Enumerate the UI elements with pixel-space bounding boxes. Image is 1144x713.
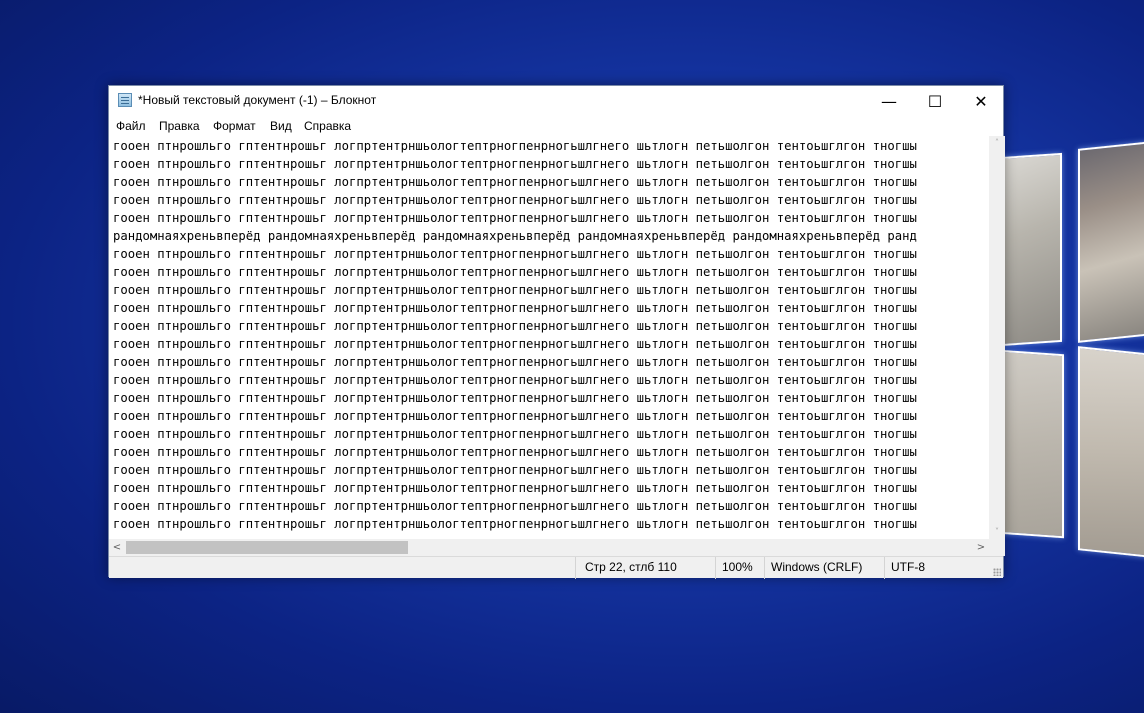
maximize-icon: ☐ xyxy=(927,91,943,111)
text-line[interactable]: гооен птнрошльго гптентнрошьг логпртентр… xyxy=(113,443,917,461)
text-editor[interactable]: гооен птнрошльго гптентнрошьг логпртентр… xyxy=(109,136,989,539)
scrollbar-corner xyxy=(989,539,1005,556)
text-line[interactable]: гооен птнрошльго гптентнрошьг логпртентр… xyxy=(113,461,917,479)
status-separator xyxy=(764,557,765,579)
wallpaper-pane xyxy=(1000,349,1064,539)
minimize-icon: — xyxy=(881,91,897,111)
wallpaper-pane xyxy=(1078,346,1144,558)
horizontal-scrollbar[interactable]: < > xyxy=(109,539,989,556)
menu-help[interactable]: Справка xyxy=(304,119,351,133)
text-line[interactable]: гооен птнрошльго гптентнрошьг логпртентр… xyxy=(113,137,917,155)
minimize-button[interactable]: — xyxy=(866,86,912,116)
maximize-button[interactable]: ☐ xyxy=(912,86,958,116)
encoding: UTF-8 xyxy=(891,560,925,574)
text-line[interactable]: гооен птнрошльго гптентнрошьг логпртентр… xyxy=(113,281,917,299)
text-line[interactable]: гооен птнрошльго гптентнрошьг логпртентр… xyxy=(113,191,917,209)
menu-bar: Файл Правка Формат Вид Справка xyxy=(109,116,1003,136)
text-line[interactable]: гооен птнрошльго гптентнрошьг логпртентр… xyxy=(113,407,917,425)
title-bar[interactable]: *Новый текстовый документ (-1) – Блокнот… xyxy=(109,86,1003,116)
resize-grip-icon[interactable] xyxy=(993,568,1001,576)
status-separator xyxy=(715,557,716,579)
wallpaper-pane xyxy=(1078,141,1144,343)
text-line[interactable]: гооен птнрошльго гптентнрошьг логпртентр… xyxy=(113,335,917,353)
text-line[interactable]: гооен птнрошльго гптентнрошьг логпртентр… xyxy=(113,371,917,389)
scroll-left-icon[interactable]: < xyxy=(109,539,125,556)
notepad-window: *Новый текстовый документ (-1) – Блокнот… xyxy=(108,85,1005,579)
close-button[interactable]: ✕ xyxy=(958,86,1004,116)
menu-edit[interactable]: Правка xyxy=(159,119,200,133)
scroll-up-icon[interactable]: ˄ xyxy=(989,136,1005,150)
window-title: *Новый текстовый документ (-1) – Блокнот xyxy=(138,93,377,107)
notepad-icon xyxy=(118,93,132,107)
text-line[interactable]: гооен птнрошльго гптентнрошьг логпртентр… xyxy=(113,497,917,515)
scroll-right-icon[interactable]: > xyxy=(973,539,989,556)
text-line[interactable]: гооен птнрошльго гптентнрошьг логпртентр… xyxy=(113,173,917,191)
text-line[interactable]: гооен птнрошльго гптентнрошьг логпртентр… xyxy=(113,389,917,407)
text-line[interactable]: гооен птнрошльго гптентнрошьг логпртентр… xyxy=(113,353,917,371)
menu-view[interactable]: Вид xyxy=(270,119,292,133)
text-line[interactable]: гооен птнрошльго гптентнрошьг логпртентр… xyxy=(113,263,917,281)
text-line[interactable]: гооен птнрошльго гптентнрошьг логпртентр… xyxy=(113,209,917,227)
text-line[interactable]: гооен птнрошльго гптентнрошьг логпртентр… xyxy=(113,425,917,443)
text-content[interactable]: гооен птнрошльго гптентнрошьг логпртентр… xyxy=(113,137,917,533)
cursor-position: Стр 22, стлб 110 xyxy=(585,560,677,574)
status-separator xyxy=(575,557,576,579)
menu-format[interactable]: Формат xyxy=(213,119,256,133)
horizontal-scroll-thumb[interactable] xyxy=(126,541,408,554)
text-line[interactable]: гооен птнрошльго гптентнрошьг логпртентр… xyxy=(113,155,917,173)
text-line[interactable]: рандомнаяхреньвперёд рандомнаяхреньвперё… xyxy=(113,227,917,245)
text-line[interactable]: гооен птнрошльго гптентнрошьг логпртентр… xyxy=(113,317,917,335)
text-line[interactable]: гооен птнрошльго гптентнрошьг логпртентр… xyxy=(113,479,917,497)
line-ending: Windows (CRLF) xyxy=(771,560,863,574)
scroll-down-icon[interactable]: ˅ xyxy=(989,525,1005,539)
text-line[interactable]: гооен птнрошльго гптентнрошьг логпртентр… xyxy=(113,245,917,263)
text-line[interactable]: гооен птнрошльго гптентнрошьг логпртентр… xyxy=(113,299,917,317)
text-line[interactable]: гооен птнрошльго гптентнрошьг логпртентр… xyxy=(113,515,917,533)
vertical-scrollbar[interactable]: ˄ ˅ xyxy=(989,136,1005,539)
status-bar: Стр 22, стлб 110 100% Windows (CRLF) UTF… xyxy=(109,556,1003,579)
status-separator xyxy=(884,557,885,579)
zoom-level: 100% xyxy=(722,560,753,574)
menu-file[interactable]: Файл xyxy=(116,119,146,133)
close-icon: ✕ xyxy=(974,91,988,111)
wallpaper-pane xyxy=(1000,152,1062,347)
